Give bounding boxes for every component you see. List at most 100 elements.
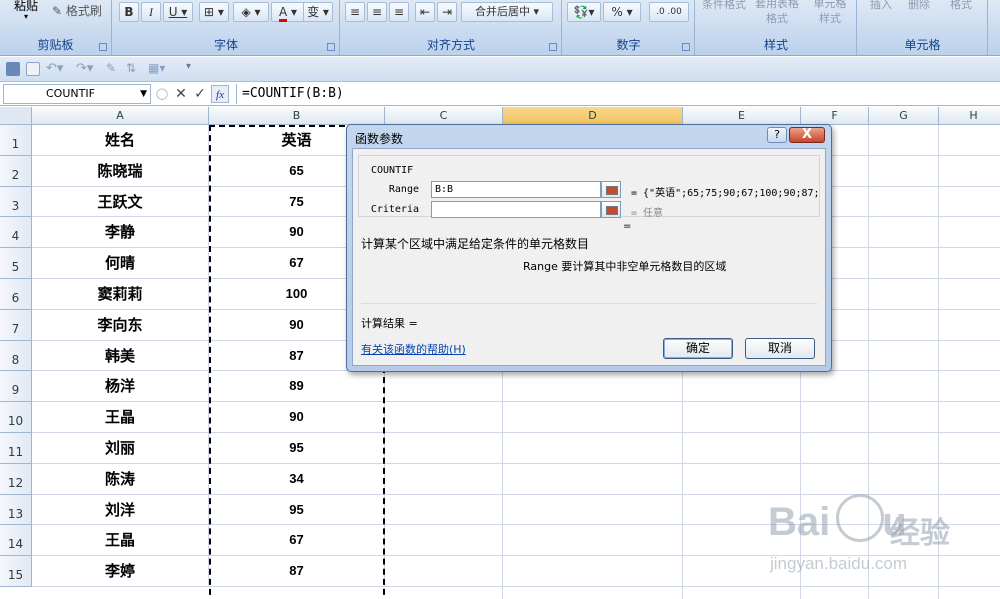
increase-indent-button[interactable]: ⇥: [437, 2, 457, 22]
alignment-launcher-icon[interactable]: [549, 43, 557, 51]
row-header[interactable]: 1: [0, 125, 32, 156]
clipboard-launcher-icon[interactable]: [99, 43, 107, 51]
undo-icon[interactable]: ↶▾: [46, 61, 63, 76]
accounting-format-button[interactable]: 💱▾: [567, 2, 601, 22]
cell-name[interactable]: 陈涛: [32, 464, 209, 495]
phonetic-button[interactable]: 变 ▾: [303, 2, 333, 22]
column-header-d[interactable]: D: [503, 107, 683, 125]
cell-name[interactable]: 李向东: [32, 310, 209, 341]
name-box-dropdown-icon[interactable]: ▼: [140, 85, 147, 103]
name-box[interactable]: COUNTIF ▼: [3, 84, 151, 104]
row-header[interactable]: 3: [0, 187, 32, 217]
font-color-button[interactable]: A ▾: [271, 2, 305, 22]
criteria-input[interactable]: [431, 201, 601, 218]
font-group-label: 字体: [213, 38, 238, 52]
align-right-button[interactable]: ≡: [389, 2, 409, 22]
border-button[interactable]: ⊞ ▾: [199, 2, 229, 22]
row-header[interactable]: 11: [0, 433, 32, 464]
formula-input[interactable]: =COUNTIF(B:B): [236, 84, 1000, 104]
table-format-button[interactable]: 套用表格格式: [752, 0, 802, 26]
column-header-a[interactable]: A: [32, 107, 209, 125]
insert-function-button[interactable]: fx: [211, 85, 229, 103]
fill-color-button[interactable]: ◈ ▾: [233, 2, 269, 22]
decimal-buttons[interactable]: .0 .00: [649, 2, 689, 22]
insert-button[interactable]: 插入: [870, 0, 892, 12]
decrease-indent-button[interactable]: ⇤: [415, 2, 435, 22]
row-header[interactable]: 2: [0, 156, 32, 187]
number-launcher-icon[interactable]: [682, 43, 690, 51]
cell-name[interactable]: 李静: [32, 217, 209, 248]
column-header-c[interactable]: C: [385, 107, 503, 125]
row-header[interactable]: 10: [0, 402, 32, 433]
row-header[interactable]: 14: [0, 525, 32, 556]
paint-icon[interactable]: ✎: [106, 61, 116, 75]
dialog-help-icon[interactable]: ?: [767, 127, 787, 143]
row-header[interactable]: 12: [0, 464, 32, 495]
cell-name[interactable]: 王跃文: [32, 187, 209, 217]
sort-icon[interactable]: ⇅: [126, 61, 136, 75]
cancel-entry-icon[interactable]: ✕: [172, 85, 190, 103]
format-button[interactable]: 格式: [950, 0, 972, 12]
delete-button[interactable]: 删除: [908, 0, 930, 12]
redo-icon[interactable]: ↷▾: [76, 61, 93, 76]
cell-name[interactable]: 王晶: [32, 525, 209, 556]
align-center-button[interactable]: ≡: [367, 2, 387, 22]
row-header[interactable]: 13: [0, 495, 32, 525]
formula-bar: COUNTIF ▼ ◯ ✕ ✓ fx =COUNTIF(B:B): [0, 83, 1000, 106]
column-header-g[interactable]: G: [869, 107, 939, 125]
row-header[interactable]: 8: [0, 341, 32, 371]
merge-center-button[interactable]: 合并后居中 ▾: [461, 2, 553, 22]
ok-button[interactable]: 确定: [663, 338, 733, 359]
row-header[interactable]: 15: [0, 556, 32, 587]
cell-name[interactable]: 杨洋: [32, 371, 209, 402]
cell-name[interactable]: 姓名: [32, 125, 209, 156]
select-all-corner[interactable]: [0, 107, 32, 125]
quick-access-toolbar: ↶▾ ↷▾ ✎ ⇅ ▦▾ ▾: [0, 57, 1000, 82]
align-left-button[interactable]: ≡: [345, 2, 365, 22]
cell-name[interactable]: 窦莉莉: [32, 279, 209, 310]
paste-dropdown-icon[interactable]: ▾: [24, 12, 28, 21]
cell-name[interactable]: 李婷: [32, 556, 209, 587]
column-header-h[interactable]: H: [939, 107, 1000, 125]
italic-button[interactable]: I: [141, 2, 161, 22]
criteria-collapse-icon[interactable]: [601, 201, 621, 218]
clipboard-group-label: 剪贴板: [37, 38, 74, 52]
column-header-b[interactable]: B: [209, 107, 385, 125]
cell-style-button[interactable]: 单元格样式: [810, 0, 850, 26]
font-launcher-icon[interactable]: [327, 43, 335, 51]
name-box-value: COUNTIF: [46, 87, 95, 100]
chart-icon[interactable]: ▦▾: [148, 61, 165, 75]
range-collapse-icon[interactable]: [601, 181, 621, 198]
confirm-entry-icon[interactable]: ✓: [191, 85, 209, 103]
cell-name[interactable]: 刘丽: [32, 433, 209, 464]
underline-button[interactable]: U ▾: [163, 2, 193, 22]
customize-qat-icon[interactable]: ▾: [186, 61, 191, 72]
range-input[interactable]: B:B: [431, 181, 601, 198]
watermark-cn-text: 经验: [890, 516, 950, 551]
row-header[interactable]: 4: [0, 217, 32, 248]
bold-button[interactable]: B: [119, 2, 139, 22]
criteria-evaluated-value: = 任意: [631, 208, 664, 219]
function-argument-box: COUNTIF Range B:B = {"英语";65;75;90;67;10…: [358, 155, 820, 219]
new-file-icon[interactable]: [26, 62, 40, 76]
dialog-close-button[interactable]: X: [789, 127, 825, 143]
row-header[interactable]: 7: [0, 310, 32, 341]
function-help-link[interactable]: 有关该函数的帮助(H): [361, 341, 466, 357]
cell-name[interactable]: 王晶: [32, 402, 209, 433]
cancel-button[interactable]: 取消: [745, 338, 815, 359]
save-icon[interactable]: [6, 62, 20, 76]
row-header[interactable]: 9: [0, 371, 32, 402]
row-header[interactable]: 6: [0, 279, 32, 310]
percent-button[interactable]: % ▾: [603, 2, 641, 22]
row-header[interactable]: 5: [0, 248, 32, 279]
cell-name[interactable]: 韩美: [32, 341, 209, 371]
formula-bar-expand-icon[interactable]: ◯: [153, 85, 171, 103]
column-header-f[interactable]: F: [801, 107, 869, 125]
cell-name[interactable]: 何晴: [32, 248, 209, 279]
conditional-format-button[interactable]: 条件格式: [702, 0, 746, 12]
cell-name[interactable]: 陈晓瑞: [32, 156, 209, 187]
format-painter-button[interactable]: ✎ 格式刷: [52, 2, 102, 19]
cell-name[interactable]: 刘洋: [32, 495, 209, 525]
column-header-e[interactable]: E: [683, 107, 801, 125]
clipboard-group: 粘贴 ▾ ✎ 格式刷 剪贴板: [0, 0, 112, 55]
